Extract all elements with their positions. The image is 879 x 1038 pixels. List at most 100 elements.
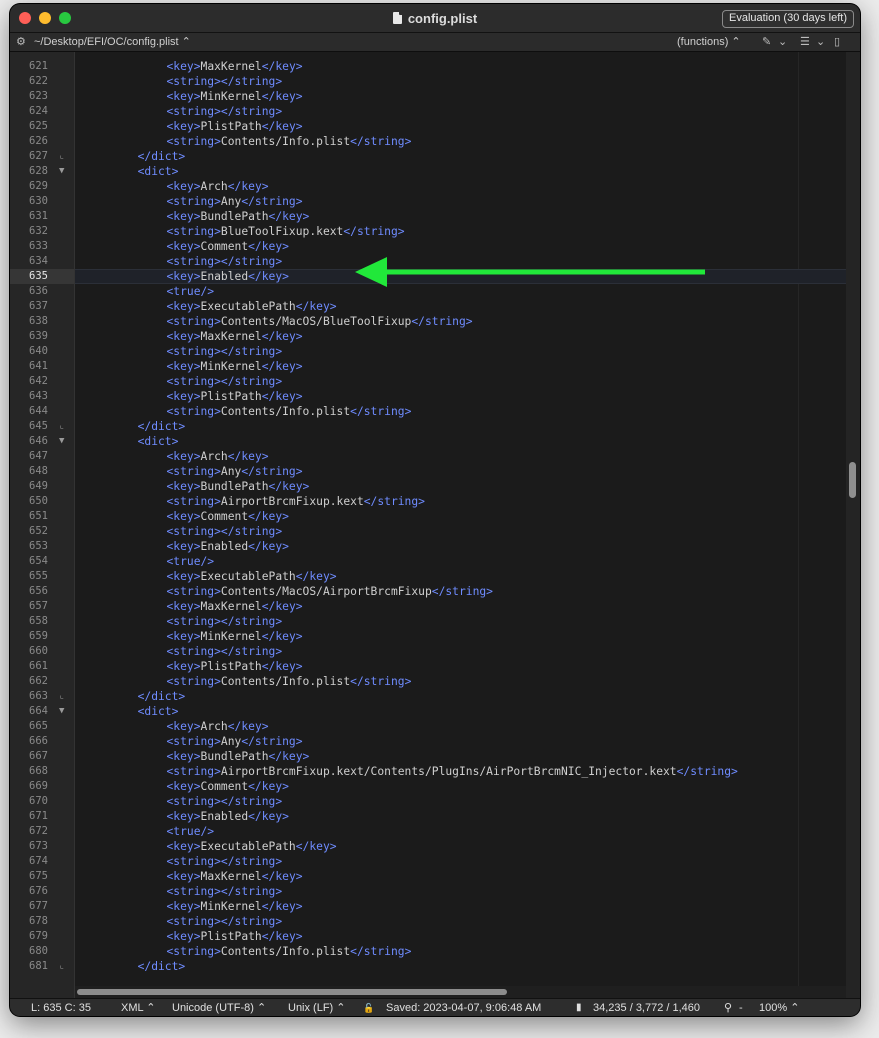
line-number[interactable]: 629: [10, 179, 74, 194]
zoom-out-button[interactable]: -: [739, 999, 743, 1016]
horizontal-scroll-thumb[interactable]: [77, 989, 507, 995]
line-number[interactable]: 674: [10, 854, 74, 869]
line-number[interactable]: 643: [10, 389, 74, 404]
line-number[interactable]: 626: [10, 134, 74, 149]
line-number[interactable]: 665: [10, 719, 74, 734]
line-number[interactable]: 624: [10, 104, 74, 119]
zoom-level-popup[interactable]: 100% ⌃: [759, 999, 799, 1016]
line-number[interactable]: 649: [10, 479, 74, 494]
vertical-scrollbar[interactable]: [846, 52, 860, 998]
line-number[interactable]: 676: [10, 884, 74, 899]
fold-end-icon[interactable]: ⌞: [59, 689, 64, 704]
line-number[interactable]: 673: [10, 839, 74, 854]
line-number[interactable]: 680: [10, 944, 74, 959]
fold-end-icon[interactable]: ⌞: [59, 959, 64, 974]
chevron-down-icon[interactable]: ⌄: [816, 33, 825, 51]
fold-triangle-icon[interactable]: ▼: [59, 704, 64, 719]
line-number[interactable]: 672: [10, 824, 74, 839]
line-number[interactable]: 678: [10, 914, 74, 929]
code-text-area[interactable]: <key>MaxKernel</key> <string></string> <ke…: [75, 52, 846, 998]
evaluation-badge[interactable]: Evaluation (30 days left): [721, 10, 854, 28]
line-number[interactable]: 677: [10, 899, 74, 914]
line-number[interactable]: 623: [10, 89, 74, 104]
line-number-text: 629: [29, 180, 48, 192]
line-number[interactable]: 635: [10, 269, 74, 284]
line-number[interactable]: 655: [10, 569, 74, 584]
list-icon[interactable]: ☰: [800, 33, 810, 51]
line-number[interactable]: 627 ⌞: [10, 149, 74, 164]
horizontal-scrollbar[interactable]: [75, 986, 846, 998]
line-number[interactable]: 622: [10, 74, 74, 89]
line-number-text: 636: [29, 285, 48, 297]
file-path-popup[interactable]: ~/Desktop/EFI/OC/config.plist ⌃: [34, 33, 191, 51]
line-number[interactable]: 645 ⌞: [10, 419, 74, 434]
pencil-icon[interactable]: ✎: [762, 33, 771, 51]
line-number[interactable]: 648: [10, 464, 74, 479]
line-number[interactable]: 640: [10, 344, 74, 359]
fold-end-icon[interactable]: ⌞: [59, 419, 64, 434]
magnifier-icon[interactable]: ⚲: [724, 999, 732, 1016]
line-number[interactable]: 636: [10, 284, 74, 299]
line-number[interactable]: 638: [10, 314, 74, 329]
line-number[interactable]: 657: [10, 599, 74, 614]
line-number[interactable]: 653: [10, 539, 74, 554]
line-number[interactable]: 667: [10, 749, 74, 764]
line-number[interactable]: 661: [10, 659, 74, 674]
line-number[interactable]: 650: [10, 494, 74, 509]
line-number-gutter[interactable]: 621 622 623 624 625 626 627 ⌞ 628 ▼ 629 630 631 632 63…: [10, 52, 75, 998]
code-line: <string>Contents/Info.plist</string>: [167, 674, 847, 689]
document-info-icon[interactable]: ▯: [834, 33, 840, 51]
xml-tag: <string></string>: [166, 375, 283, 388]
line-number[interactable]: 660: [10, 644, 74, 659]
fold-triangle-icon[interactable]: ▼: [59, 164, 64, 179]
line-number[interactable]: 634: [10, 254, 74, 269]
line-number[interactable]: 663 ⌞: [10, 689, 74, 704]
line-number[interactable]: 652: [10, 524, 74, 539]
fold-end-icon[interactable]: ⌞: [59, 149, 64, 164]
line-number[interactable]: 658: [10, 614, 74, 629]
encoding-popup[interactable]: Unicode (UTF-8) ⌃: [172, 999, 266, 1016]
line-number-text: 680: [29, 945, 48, 957]
line-number[interactable]: 621: [10, 59, 74, 74]
line-number-text: 637: [29, 300, 48, 312]
editor-area[interactable]: 621 622 623 624 625 626 627 ⌞ 628 ▼ 629 630 631 632 63…: [10, 52, 860, 998]
document-stats[interactable]: 34,235 / 3,772 / 1,460: [593, 999, 700, 1016]
line-number[interactable]: 668: [10, 764, 74, 779]
line-number[interactable]: 642: [10, 374, 74, 389]
functions-popup[interactable]: (functions) ⌃: [677, 33, 741, 51]
line-number[interactable]: 679: [10, 929, 74, 944]
line-number[interactable]: 664 ▼: [10, 704, 74, 719]
line-number[interactable]: 631: [10, 209, 74, 224]
fold-triangle-icon[interactable]: ▼: [59, 434, 64, 449]
line-number[interactable]: 632: [10, 224, 74, 239]
line-number[interactable]: 669: [10, 779, 74, 794]
line-number[interactable]: 639: [10, 329, 74, 344]
line-number[interactable]: 633: [10, 239, 74, 254]
chevron-down-icon[interactable]: ⌄: [778, 33, 787, 51]
line-number[interactable]: 644: [10, 404, 74, 419]
line-number[interactable]: 659: [10, 629, 74, 644]
xml-tag: <string>: [166, 735, 221, 748]
line-number[interactable]: 628 ▼: [10, 164, 74, 179]
line-number[interactable]: 654: [10, 554, 74, 569]
line-number[interactable]: 671: [10, 809, 74, 824]
line-number[interactable]: 637: [10, 299, 74, 314]
line-number-text: 657: [29, 600, 48, 612]
line-number[interactable]: 647: [10, 449, 74, 464]
line-number[interactable]: 625: [10, 119, 74, 134]
line-number[interactable]: 662: [10, 674, 74, 689]
line-endings-popup[interactable]: Unix (LF) ⌃: [288, 999, 346, 1016]
line-number[interactable]: 670: [10, 794, 74, 809]
syntax-mode-popup[interactable]: XML ⌃: [121, 999, 155, 1016]
gear-icon[interactable]: ⚙: [16, 33, 26, 51]
line-number[interactable]: 646 ▼: [10, 434, 74, 449]
vertical-scroll-thumb[interactable]: [849, 462, 856, 498]
line-number[interactable]: 675: [10, 869, 74, 884]
line-number[interactable]: 630: [10, 194, 74, 209]
line-number[interactable]: 656: [10, 584, 74, 599]
line-number[interactable]: 666: [10, 734, 74, 749]
line-number[interactable]: 651: [10, 509, 74, 524]
lock-icon[interactable]: 🔓: [363, 999, 374, 1016]
line-number[interactable]: 681 ⌞: [10, 959, 74, 974]
line-number[interactable]: 641: [10, 359, 74, 374]
